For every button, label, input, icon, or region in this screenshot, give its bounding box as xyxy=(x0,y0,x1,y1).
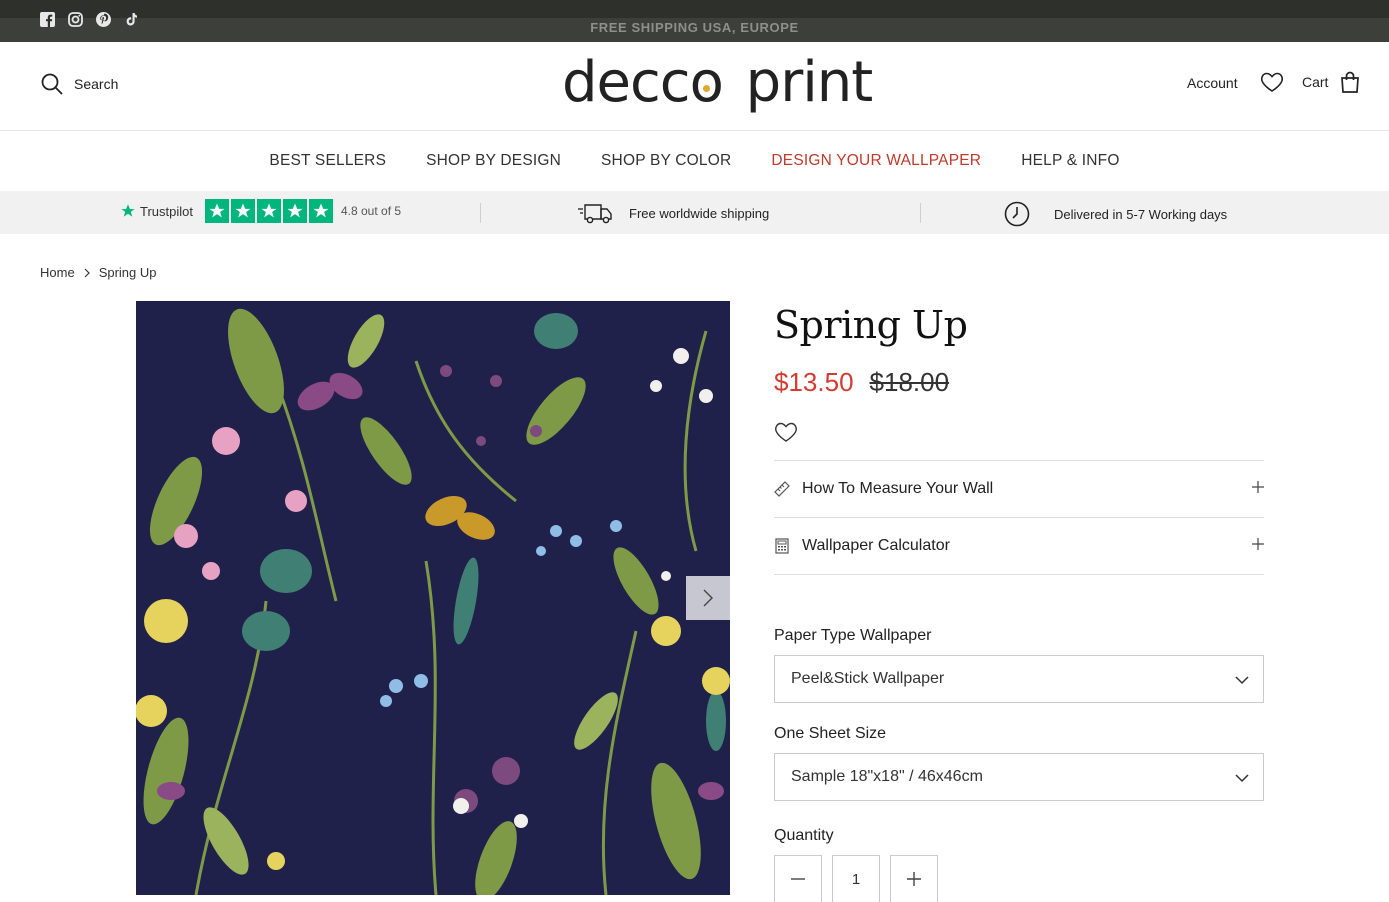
star-icon xyxy=(204,199,229,223)
delivery-info: Delivered in 5-7 Working days xyxy=(1004,201,1227,227)
nav-best-sellers[interactable]: BEST SELLERS xyxy=(269,152,386,170)
paper-type-option: Paper Type Wallpaper Peel&Stick Wallpape… xyxy=(774,627,1264,703)
sheet-size-value: Sample 18"x18" / 46x46cm xyxy=(791,768,983,785)
quantity-stepper: 1 xyxy=(774,855,1264,902)
paper-type-value: Peel&Stick Wallpaper xyxy=(791,670,945,687)
shipping-info: Free worldwide shipping xyxy=(577,201,769,225)
trustpilot-label: Trustpilot xyxy=(140,203,193,219)
search-button[interactable]: Search xyxy=(40,72,118,96)
regular-price: $18.00 xyxy=(869,367,950,397)
sheet-size-option: One Sheet Size Sample 18"x18" / 46x46cm xyxy=(774,725,1264,801)
accordion-measure-wall[interactable]: How To Measure Your Wall xyxy=(774,461,1264,518)
sheet-size-select[interactable]: Sample 18"x18" / 46x46cm xyxy=(774,753,1264,801)
floral-wallpaper-pattern xyxy=(136,301,730,895)
announcement-bar: FREE SHIPPING USA, EUROPE xyxy=(0,0,1389,42)
breadcrumb-current: Spring Up xyxy=(98,265,157,280)
quantity-input[interactable]: 1 xyxy=(832,855,880,902)
product-accordions: How To Measure Your Wall Wallpaper Calcu… xyxy=(774,460,1264,575)
account-link[interactable]: Account xyxy=(1187,75,1238,91)
plus-icon xyxy=(907,872,921,886)
product-image[interactable] xyxy=(136,301,730,895)
sheet-size-label: One Sheet Size xyxy=(774,725,887,742)
chevron-right-icon xyxy=(703,589,713,607)
quantity-increase-button[interactable] xyxy=(890,855,938,902)
calculator-icon xyxy=(774,538,790,554)
divider xyxy=(480,203,481,223)
accordion-label: Wallpaper Calculator xyxy=(802,537,950,554)
site-logo[interactable]: decco print xyxy=(562,50,874,115)
trustpilot-star-icon xyxy=(121,204,135,217)
chevron-right-icon xyxy=(84,268,90,277)
delivery-truck-icon xyxy=(578,204,612,224)
product-info: Spring Up $13.50 $18.00 How To Measure Y… xyxy=(774,301,1264,902)
accordion-label: How To Measure Your Wall xyxy=(802,480,994,497)
announcement-strip xyxy=(0,0,1389,18)
plus-icon xyxy=(1252,481,1264,493)
heart-icon xyxy=(1260,72,1284,92)
cart-label: Cart xyxy=(1302,74,1329,90)
price-row: $13.50 $18.00 xyxy=(774,367,1264,398)
nav-help-info[interactable]: HELP & INFO xyxy=(1021,152,1119,170)
trustpilot-logo: Trustpilot xyxy=(120,203,193,219)
chevron-down-icon xyxy=(1235,774,1249,783)
trust-bar: Trustpilot 4.8 out of 5 Free worldwide s… xyxy=(0,191,1389,234)
paper-type-select[interactable]: Peel&Stick Wallpaper xyxy=(774,655,1264,703)
heart-icon xyxy=(775,422,797,442)
quantity-section: Quantity 1 xyxy=(774,827,1264,902)
breadcrumb-home[interactable]: Home xyxy=(40,265,75,280)
quantity-label: Quantity xyxy=(774,827,834,844)
search-icon xyxy=(41,73,63,95)
trustpilot-stars xyxy=(204,199,333,223)
site-header: Search decco print Account Cart xyxy=(0,42,1389,131)
nav-shop-by-color[interactable]: SHOP BY COLOR xyxy=(601,152,731,170)
minus-icon xyxy=(791,878,805,880)
cart-button[interactable]: Cart xyxy=(1302,71,1360,93)
announcement-text: FREE SHIPPING USA, EUROPE xyxy=(590,20,799,35)
divider xyxy=(920,203,921,223)
shopping-bag-icon xyxy=(1341,71,1360,93)
star-icon xyxy=(308,199,333,223)
nav-design-your-wallpaper[interactable]: DESIGN YOUR WALLPAPER xyxy=(771,152,981,170)
plus-icon xyxy=(1252,538,1264,550)
star-icon xyxy=(282,199,307,223)
ruler-icon xyxy=(774,481,790,497)
quantity-decrease-button[interactable] xyxy=(774,855,822,902)
accordion-wallpaper-calculator[interactable]: Wallpaper Calculator xyxy=(774,518,1264,575)
next-image-button[interactable] xyxy=(686,576,730,620)
star-icon xyxy=(256,199,281,223)
main-nav: BEST SELLERS SHOP BY DESIGN SHOP BY COLO… xyxy=(0,131,1389,191)
delivery-text: Delivered in 5-7 Working days xyxy=(1054,206,1228,222)
chevron-down-icon xyxy=(1235,676,1249,685)
logo-word-1: decco xyxy=(562,50,724,115)
wishlist-button[interactable] xyxy=(1260,70,1284,94)
logo-word-2: print xyxy=(745,50,874,115)
search-label: Search xyxy=(74,76,119,92)
nav-shop-by-design[interactable]: SHOP BY DESIGN xyxy=(426,152,561,170)
trustpilot-widget[interactable]: Trustpilot 4.8 out of 5 xyxy=(120,199,401,223)
shipping-text: Free worldwide shipping xyxy=(629,205,770,221)
breadcrumb: Home Spring Up xyxy=(40,265,157,280)
trustpilot-rating: 4.8 out of 5 xyxy=(340,204,402,218)
add-to-wishlist-button[interactable] xyxy=(774,420,798,444)
sale-price: $13.50 xyxy=(774,367,854,397)
star-icon xyxy=(230,199,255,223)
product-title: Spring Up xyxy=(774,303,968,347)
paper-type-label: Paper Type Wallpaper xyxy=(774,627,932,644)
clock-icon xyxy=(1004,201,1030,227)
